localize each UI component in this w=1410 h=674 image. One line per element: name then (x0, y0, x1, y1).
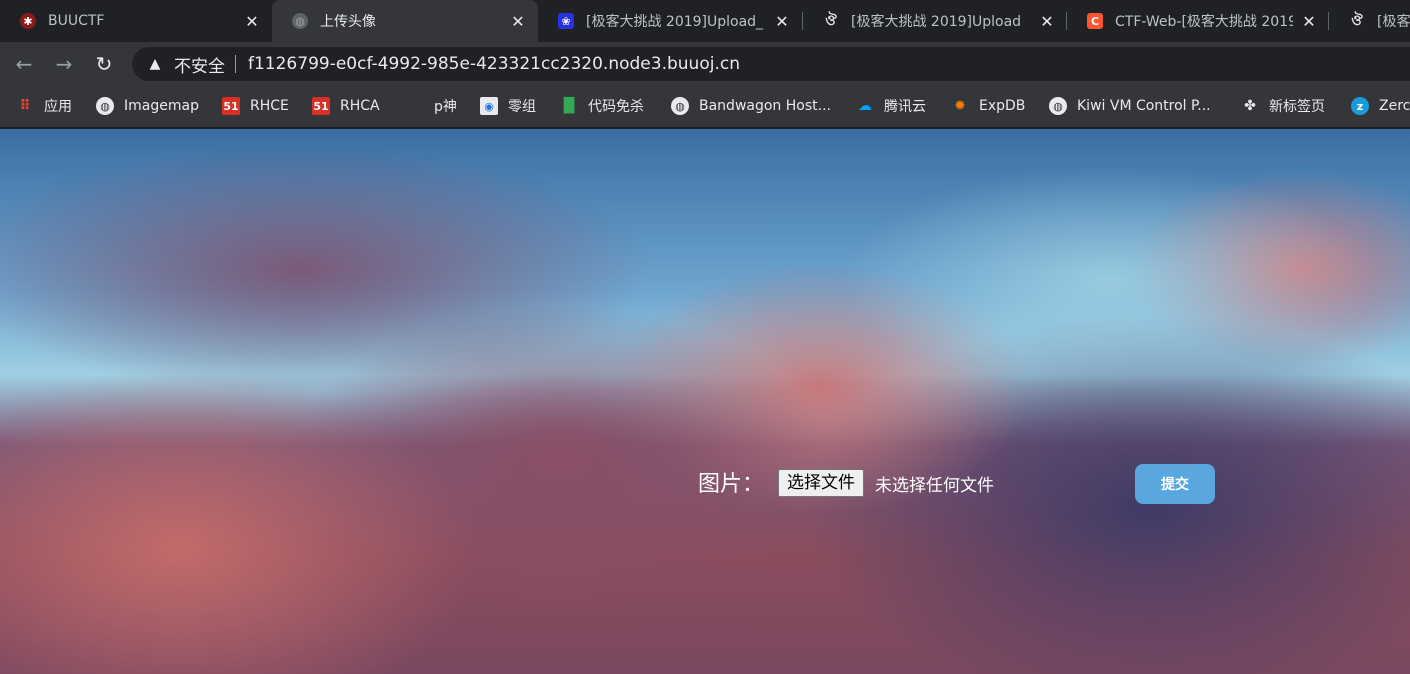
image-field-label: 图片： (698, 472, 765, 497)
tab-title: BUUCTF (48, 13, 105, 29)
tab-title: [极客大挑战 2019]Upload_ (586, 14, 764, 30)
bookmark-pshen[interactable]: p神 (406, 86, 457, 126)
globe-icon: ◍ (96, 97, 114, 115)
bookmark-label: Imagemap (124, 98, 199, 114)
eye-logo-icon: ◉ (480, 97, 498, 115)
panda-icon: ✤ (1244, 98, 1256, 114)
tab-partial[interactable]: ঔ [极客大 (1329, 0, 1410, 42)
bookmark-label: RHCA (340, 98, 380, 114)
warning-triangle-icon[interactable]: ▲ (146, 56, 164, 72)
reload-button[interactable]: ↻ (90, 50, 118, 78)
url-text[interactable]: f1126799-e0cf-4992-985e-423321cc2320.nod… (248, 54, 740, 74)
bookmark-label: ExpDB (979, 98, 1026, 114)
bookmark-label: Kiwi VM Control P... (1077, 98, 1211, 114)
address-bar[interactable]: ▲ 不安全 f1126799-e0cf-4992-985e-423321cc23… (132, 47, 1410, 81)
bookmark-imagemap[interactable]: ◍ Imagemap (96, 86, 199, 126)
back-button[interactable]: ← (10, 50, 38, 78)
page-background: 图片： 选择文件 未选择任何文件 提交 (0, 129, 1410, 674)
bookmark-zero[interactable]: z Zerc (1351, 86, 1410, 126)
close-icon[interactable]: ✕ (774, 12, 790, 31)
tab-upload-avatar[interactable]: ◍ 上传头像 ✕ (272, 0, 538, 42)
bookmark-kiwi-vm[interactable]: ◍ Kiwi VM Control P... (1049, 86, 1211, 126)
arrow-right-icon: → (55, 52, 73, 76)
omnibox-divider (235, 55, 236, 73)
close-icon[interactable]: ✕ (1301, 12, 1317, 31)
arrow-left-icon: ← (15, 52, 33, 76)
baidu-paw-icon: ❀ (558, 13, 574, 29)
tencent-cloud-icon: ☁ (858, 98, 872, 114)
globe-icon: ◍ (292, 13, 308, 29)
close-icon[interactable]: ✕ (510, 12, 526, 31)
bookmark-rhce[interactable]: 51 RHCE (222, 86, 289, 126)
zero-logo-icon: z (1351, 97, 1369, 115)
tab-title: [极客大 (1377, 14, 1410, 30)
bookmark-label: 新标签页 (1269, 99, 1325, 115)
close-icon[interactable]: ✕ (244, 12, 260, 31)
blank-icon (406, 97, 424, 115)
bookmark-label: p神 (434, 99, 457, 115)
tab-ctf-web[interactable]: C CTF-Web-[极客大挑战 2019 ✕ (1067, 0, 1329, 42)
exploit-db-icon: ✹ (954, 98, 966, 114)
bookmarks-bar: ⠿ 应用 ◍ Imagemap 51 RHCE 51 RHCA p神 ◉ 零组 … (0, 86, 1410, 128)
file-status-text: 未选择任何文件 (875, 476, 994, 496)
bookmark-label: RHCE (250, 98, 289, 114)
51cto-icon: 51 (222, 97, 240, 115)
apps-grid-icon: ⠿ (19, 98, 31, 114)
csdn-icon: C (1087, 13, 1103, 29)
tab-upload-writeup-1[interactable]: ❀ [极客大挑战 2019]Upload_ ✕ (538, 0, 802, 42)
buuctf-logo-icon: ✱ (20, 13, 36, 29)
bookmark-code-bypass[interactable]: ▐▌ 代码免杀 (558, 86, 644, 126)
bookmark-lingzu[interactable]: ◉ 零组 (480, 86, 536, 126)
bookmark-label: 代码免杀 (588, 99, 644, 115)
tab-upload-writeup-2[interactable]: ঔ [极客大挑战 2019]Upload ✕ (803, 0, 1067, 42)
tab-buuctf[interactable]: ✱ BUUCTF ✕ (0, 0, 272, 42)
submit-button[interactable]: 提交 (1135, 464, 1215, 504)
tab-strip: ✱ BUUCTF ✕ ◍ 上传头像 ✕ ❀ [极客大挑战 2019]Upload… (0, 0, 1410, 42)
bookmark-tencent-cloud[interactable]: ☁ 腾讯云 (856, 86, 926, 126)
site-logo-icon: ঔ (825, 13, 837, 29)
globe-icon: ◍ (671, 97, 689, 115)
bookmark-label: 零组 (508, 99, 536, 115)
bookmark-label: Bandwagon Host... (699, 98, 831, 114)
bookmark-bandwagon[interactable]: ◍ Bandwagon Host... (671, 86, 831, 126)
bookmark-label: 应用 (44, 99, 72, 115)
51cto-icon: 51 (312, 97, 330, 115)
tab-title: [极客大挑战 2019]Upload (851, 14, 1022, 30)
tab-title: 上传头像 (320, 14, 376, 30)
bookmark-apps[interactable]: ⠿ 应用 (16, 86, 72, 126)
bookmark-new-tab[interactable]: ✤ 新标签页 (1241, 86, 1325, 126)
green-bars-icon: ▐▌ (558, 98, 580, 114)
close-icon[interactable]: ✕ (1039, 12, 1055, 31)
choose-file-button[interactable]: 选择文件 (778, 469, 864, 497)
bookmark-rhca[interactable]: 51 RHCA (312, 86, 380, 126)
security-status[interactable]: 不安全 (174, 52, 225, 77)
globe-icon: ◍ (1049, 97, 1067, 115)
tab-title: CTF-Web-[极客大挑战 2019 (1115, 14, 1293, 30)
bookmark-label: Zerc (1379, 98, 1410, 114)
site-logo-icon: ঔ (1351, 13, 1363, 29)
bookmark-label: 腾讯云 (884, 99, 926, 115)
reload-icon: ↻ (95, 52, 113, 76)
forward-button[interactable]: → (50, 50, 78, 78)
bookmark-expdb[interactable]: ✹ ExpDB (951, 86, 1025, 126)
browser-toolbar: ← → ↻ ▲ 不安全 f1126799-e0cf-4992-985e-4233… (0, 42, 1410, 86)
